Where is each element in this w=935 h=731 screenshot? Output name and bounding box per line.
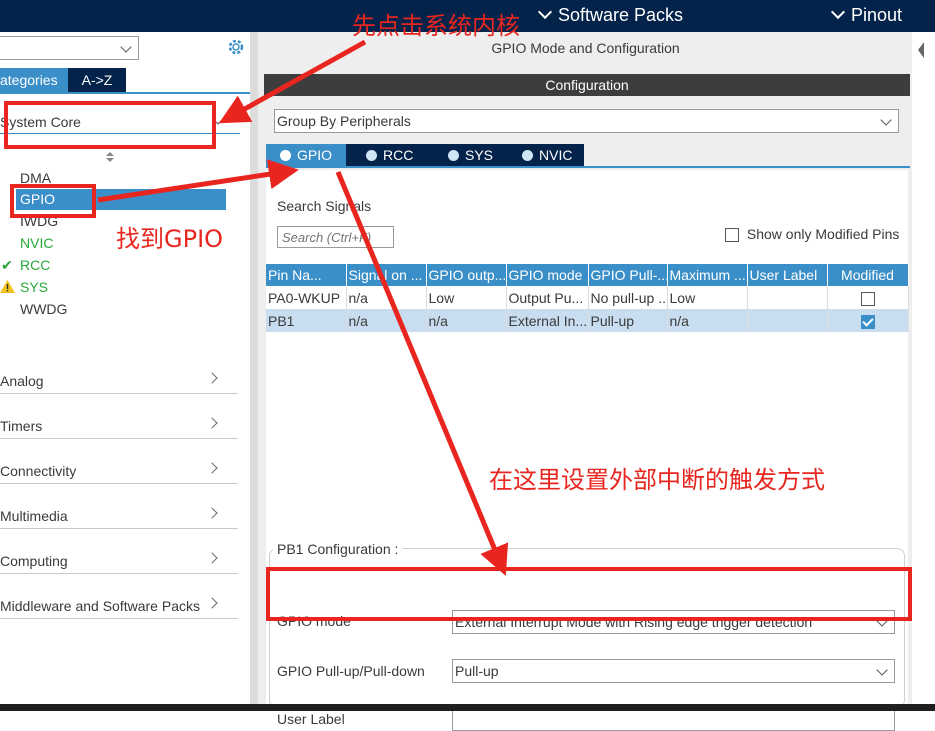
- annotation-text-3: 在这里设置外部中断的触发方式: [489, 466, 825, 494]
- user-label-label: User Label: [277, 711, 345, 727]
- arrow-to-system-core: [218, 39, 367, 124]
- annotation-text-1: 先点击系统内核: [352, 12, 520, 40]
- arrow-to-gpio-mode: [335, 171, 509, 576]
- annotation-text-2: 找到GPIO: [116, 225, 224, 253]
- annotation-arrows: [97, 39, 509, 576]
- arrow-to-gpio-tab: [97, 159, 299, 203]
